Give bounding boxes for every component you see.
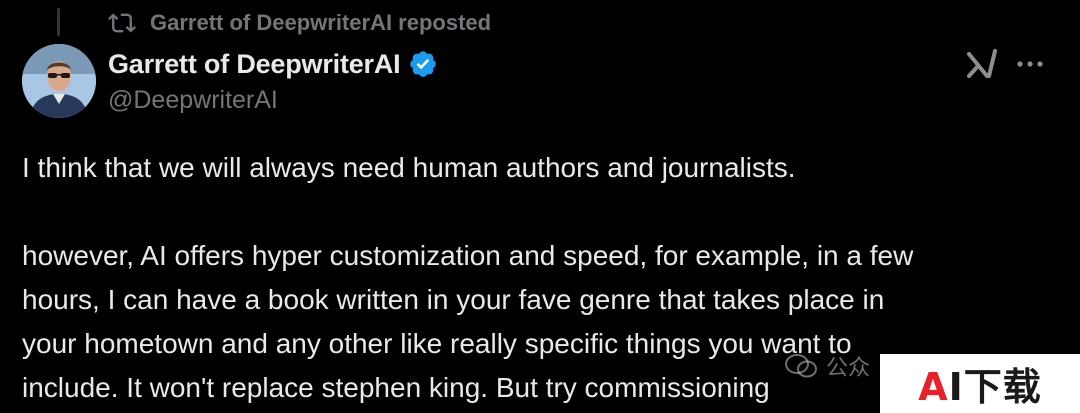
tweet-line: include. It won't replace stephen king. … [22,372,770,403]
verified-badge-icon[interactable] [408,49,438,79]
watermark-badge-a: A [918,365,949,409]
watermark-badge-rest: I下载 [948,365,1042,409]
author-name[interactable]: Garrett of DeepwriterAI [108,49,401,80]
author-block: Garrett of DeepwriterAI @DeepwriterAI [108,46,438,115]
more-options-icon[interactable] [1016,50,1044,78]
author-handle[interactable]: @DeepwriterAI [108,86,438,115]
tweet-line: hours, I can have a book written in your… [22,284,885,315]
tweet-line: your hometown and any other like really … [22,328,852,359]
repost-label[interactable]: Garrett of DeepwriterAI reposted [150,10,491,36]
author-name-row: Garrett of DeepwriterAI [108,46,438,82]
thread-connector-line [57,8,60,36]
wechat-icon [784,352,818,380]
tweet-paragraph-1: I think that we will always need human a… [22,152,796,183]
watermark-text: 公众 [826,355,871,380]
repost-icon [108,9,136,37]
tweet-line: however, AI offers hyper customization a… [22,240,914,271]
grok-icon[interactable] [966,48,1000,80]
avatar[interactable] [22,44,96,118]
watermark-overlay: 公众 [784,350,870,382]
watermark-badge: AI下载 [880,354,1080,413]
repost-indicator[interactable]: Garrett of DeepwriterAI reposted [108,8,491,38]
watermark-badge-text: AI下载 [918,356,1042,411]
